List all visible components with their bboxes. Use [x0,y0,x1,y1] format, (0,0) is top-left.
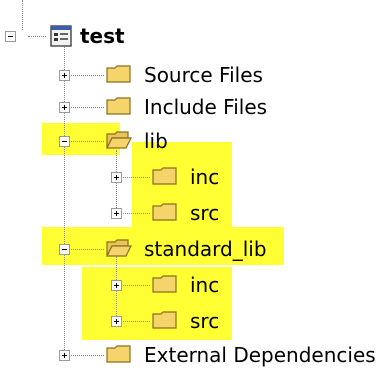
folder-open-icon [106,239,132,257]
tree-node-standard-lib-src[interactable]: src [0,304,240,338]
plus-box-icon [64,73,65,78]
minus-box-icon [62,141,67,142]
folder-icon [152,311,177,329]
expand-toggle-lib-inc[interactable] [111,172,122,183]
collapse-toggle-root[interactable] [5,31,16,42]
project-icon [50,25,72,47]
tree-node-label: Source Files [144,63,263,87]
tree-node-label: test [80,24,125,48]
expand-toggle-source-files[interactable] [59,70,70,81]
collapse-toggle-lib[interactable] [59,136,70,147]
tree-node-label: Include Files [144,95,268,119]
tree-node-standard-lib-inc[interactable]: inc [0,268,240,302]
folder-icon [106,345,131,363]
tree-node-label: src [190,201,220,225]
folder-icon [152,275,177,293]
plus-box-icon [64,105,65,110]
minus-box-icon [8,36,13,37]
folder-icon [106,65,131,83]
tree-node-lib-inc[interactable]: inc [0,160,240,194]
expand-toggle-external-dependencies[interactable] [59,350,70,361]
plus-box-icon [116,319,117,324]
tree-node-label: src [190,309,220,333]
plus-box-icon [116,283,117,288]
tree-node-lib[interactable]: lib [0,124,200,158]
folder-icon [152,167,177,185]
tree-node-standard-lib[interactable]: standard_lib [0,232,300,266]
connector [120,321,150,322]
connector [120,213,150,214]
connector [120,285,150,286]
folder-icon [152,203,177,221]
connector [68,355,104,356]
tree-node-lib-src[interactable]: src [0,196,240,230]
tree-node-include-files[interactable]: Include Files [0,90,280,124]
minus-box-icon [62,249,67,250]
plus-box-icon [64,353,65,358]
plus-box-icon [116,175,117,180]
connector [68,249,104,250]
expand-toggle-standard-lib-inc[interactable] [111,280,122,291]
expand-toggle-include-files[interactable] [59,102,70,113]
folder-icon [106,97,131,115]
connector [68,141,104,142]
connector [68,107,104,108]
tree-node-label: inc [190,165,220,189]
tree-node-source-files[interactable]: Source Files [0,58,263,92]
tree-node-label: inc [190,273,220,297]
collapse-toggle-standard-lib[interactable] [59,244,70,255]
connector [68,75,104,76]
tree-node-root[interactable]: test [0,20,160,54]
tree-node-label: External Dependencies [144,343,376,367]
tree-node-label: standard_lib [144,237,267,261]
expand-toggle-standard-lib-src[interactable] [111,316,122,327]
folder-open-icon [106,131,132,149]
tree-node-label: lib [144,129,168,153]
expand-toggle-lib-src[interactable] [111,208,122,219]
plus-box-icon [116,211,117,216]
connector [120,177,150,178]
